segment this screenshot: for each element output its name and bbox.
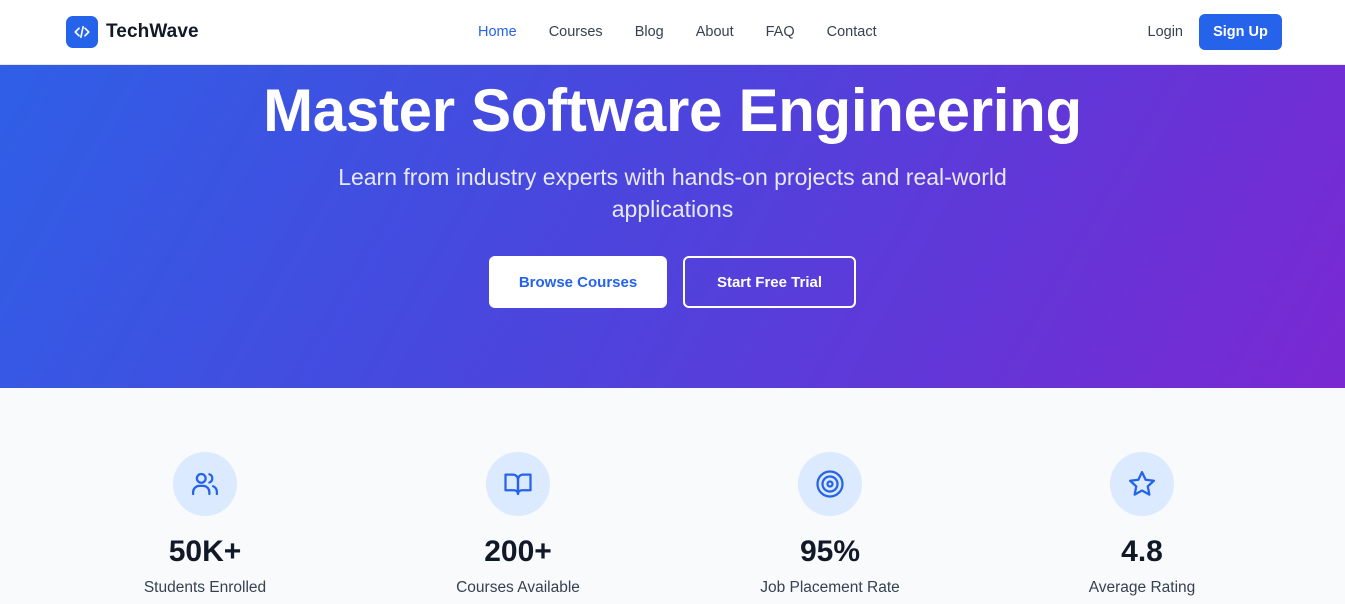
stat-value: 200+: [484, 535, 552, 568]
stat-label: Job Placement Rate: [760, 579, 900, 596]
hero-actions: Browse Courses Start Free Trial: [0, 256, 1345, 308]
nav-link-about[interactable]: About: [696, 24, 734, 40]
nav-link-courses[interactable]: Courses: [549, 24, 603, 40]
stats-section: 50K+ Students Enrolled 200+ Courses Avai…: [0, 388, 1345, 604]
stat-label: Courses Available: [456, 579, 580, 596]
code-icon: [66, 16, 98, 48]
book-open-icon: [486, 452, 550, 516]
stat-value: 50K+: [168, 535, 242, 568]
stat-students: 50K+ Students Enrolled: [85, 452, 325, 598]
auth-actions: Login Sign Up: [1148, 14, 1282, 50]
stat-rating: 4.8 Average Rating: [1022, 452, 1262, 598]
stat-courses: 200+ Courses Available: [398, 452, 638, 598]
hero-section: Master Software Engineering Learn from i…: [0, 65, 1345, 388]
stat-value: 4.8: [1121, 535, 1163, 568]
stat-placement: 95% Job Placement Rate: [710, 452, 950, 598]
target-icon: [798, 452, 862, 516]
browse-courses-button[interactable]: Browse Courses: [489, 256, 667, 308]
top-navbar: TechWave Home Courses Blog About FAQ Con…: [0, 0, 1345, 65]
main-nav: Home Courses Blog About FAQ Contact: [478, 0, 909, 64]
nav-link-faq[interactable]: FAQ: [766, 24, 795, 40]
start-free-trial-button[interactable]: Start Free Trial: [683, 256, 856, 308]
hero-subtitle: Learn from industry experts with hands-o…: [338, 164, 1007, 222]
nav-link-contact[interactable]: Contact: [827, 24, 877, 40]
stat-label: Average Rating: [1088, 579, 1196, 596]
hero-title: Master Software Engineering: [263, 77, 1082, 144]
brand-logo[interactable]: TechWave: [66, 16, 199, 48]
nav-link-blog[interactable]: Blog: [635, 24, 664, 40]
stat-value: 95%: [799, 535, 861, 568]
brand-name: TechWave: [106, 21, 199, 42]
login-link[interactable]: Login: [1148, 24, 1183, 40]
star-icon: [1110, 452, 1174, 516]
users-icon: [173, 452, 237, 516]
nav-link-home[interactable]: Home: [478, 24, 517, 40]
stat-label: Students Enrolled: [143, 579, 267, 596]
sign-up-button[interactable]: Sign Up: [1199, 14, 1282, 50]
